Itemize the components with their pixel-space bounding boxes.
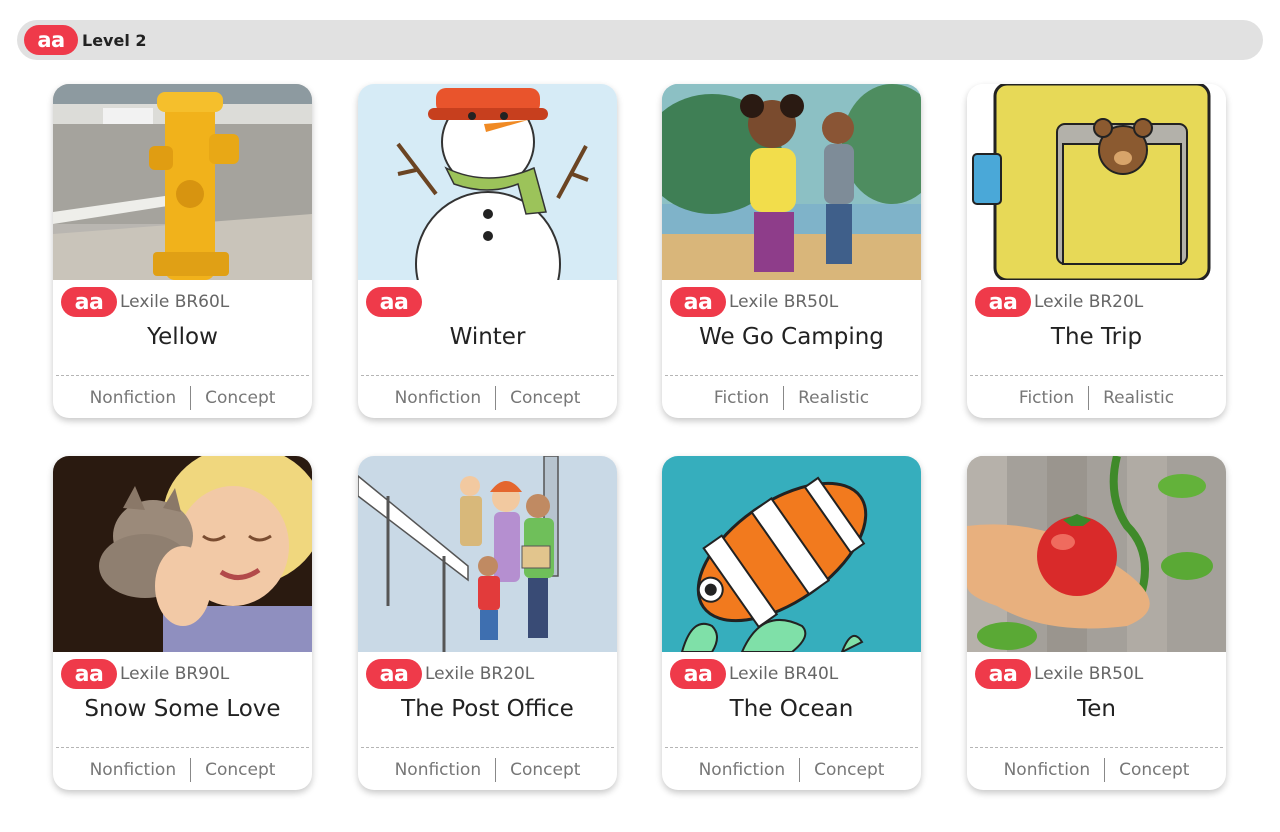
aa-level-badge-icon: aa — [24, 25, 78, 55]
book-tags: Nonfiction Concept — [53, 756, 312, 784]
type-tag: Concept — [205, 388, 276, 408]
type-tag: Realistic — [1103, 388, 1175, 408]
lexile-level: Lexile BR20L — [1034, 292, 1144, 312]
genre-tag: Fiction — [713, 388, 770, 408]
aa-level-badge-icon: aa — [975, 659, 1031, 689]
book-tags: Nonfiction Concept — [53, 384, 312, 412]
book-meta: aa Lexile BR50L — [670, 286, 838, 318]
type-tag: Concept — [1119, 760, 1190, 780]
book-title[interactable]: Ten — [967, 696, 1226, 722]
type-tag: Realistic — [798, 388, 870, 408]
book-tags: Nonfiction Concept — [967, 756, 1226, 784]
genre-tag: Nonfiction — [89, 760, 177, 780]
lexile-level: Lexile BR40L — [729, 664, 839, 684]
book-card-the-trip[interactable]: aa Lexile BR20L The Trip Fiction Realist… — [967, 84, 1226, 418]
tag-separator — [783, 386, 785, 410]
dashed-divider — [56, 375, 309, 376]
type-tag: Concept — [510, 388, 581, 408]
tag-separator — [495, 386, 497, 410]
aa-level-badge-icon: aa — [366, 287, 422, 317]
tag-separator — [190, 758, 192, 782]
dashed-divider — [970, 375, 1223, 376]
dashed-divider — [970, 747, 1223, 748]
book-cover-kids-camping[interactable] — [662, 84, 921, 280]
book-cover-suitcase-teddy-bear[interactable] — [967, 84, 1226, 280]
book-title[interactable]: The Post Office — [358, 696, 617, 722]
book-cover-post-office-line[interactable] — [358, 456, 617, 652]
lexile-level: Lexile BR50L — [1034, 664, 1144, 684]
book-cover-girl-with-kitten[interactable] — [53, 456, 312, 652]
book-title[interactable]: The Trip — [967, 324, 1226, 350]
book-meta: aa — [366, 286, 425, 318]
book-meta: aa Lexile BR20L — [366, 658, 534, 690]
type-tag: Concept — [510, 760, 581, 780]
genre-tag: Nonfiction — [394, 760, 482, 780]
book-meta: aa Lexile BR50L — [975, 658, 1143, 690]
genre-tag: Nonfiction — [698, 760, 786, 780]
tag-separator — [1088, 386, 1090, 410]
book-tags: Nonfiction Concept — [358, 384, 617, 412]
level-header-bar: aa Level 2 — [17, 20, 1263, 60]
genre-tag: Fiction — [1018, 388, 1075, 408]
book-meta: aa Lexile BR90L — [61, 658, 229, 690]
aa-level-badge-icon: aa — [975, 287, 1031, 317]
dashed-divider — [665, 747, 918, 748]
book-title[interactable]: The Ocean — [662, 696, 921, 722]
type-tag: Concept — [205, 760, 276, 780]
aa-level-badge-icon: aa — [670, 287, 726, 317]
book-card-the-post-office[interactable]: aa Lexile BR20L The Post Office Nonficti… — [358, 456, 617, 790]
lexile-level: Lexile BR20L — [425, 664, 535, 684]
book-cover-fire-hydrant[interactable] — [53, 84, 312, 280]
book-tags: Nonfiction Concept — [662, 756, 921, 784]
tag-separator — [799, 758, 801, 782]
lexile-level: Lexile BR90L — [120, 664, 230, 684]
book-card-the-ocean[interactable]: aa Lexile BR40L The Ocean Nonfiction Con… — [662, 456, 921, 790]
book-cover-hand-holding-tomato[interactable] — [967, 456, 1226, 652]
genre-tag: Nonfiction — [1003, 760, 1091, 780]
book-meta: aa Lexile BR40L — [670, 658, 838, 690]
book-title[interactable]: We Go Camping — [662, 324, 921, 350]
aa-level-badge-icon: aa — [670, 659, 726, 689]
book-cover-clownfish[interactable] — [662, 456, 921, 652]
dashed-divider — [56, 747, 309, 748]
book-tags: Fiction Realistic — [967, 384, 1226, 412]
book-card-snow-some-love[interactable]: aa Lexile BR90L Snow Some Love Nonfictio… — [53, 456, 312, 790]
tag-separator — [1104, 758, 1106, 782]
book-card-we-go-camping[interactable]: aa Lexile BR50L We Go Camping Fiction Re… — [662, 84, 921, 418]
aa-level-badge-icon: aa — [61, 287, 117, 317]
type-tag: Concept — [814, 760, 885, 780]
tag-separator — [190, 386, 192, 410]
book-title[interactable]: Yellow — [53, 324, 312, 350]
dashed-divider — [361, 747, 614, 748]
genre-tag: Nonfiction — [89, 388, 177, 408]
book-meta: aa Lexile BR60L — [61, 286, 229, 318]
book-card-winter[interactable]: aa Winter Nonfiction Concept — [358, 84, 617, 418]
dashed-divider — [361, 375, 614, 376]
level-label: Level 2 — [82, 30, 147, 50]
tag-separator — [495, 758, 497, 782]
book-card-ten[interactable]: aa Lexile BR50L Ten Nonfiction Concept — [967, 456, 1226, 790]
book-tags: Nonfiction Concept — [358, 756, 617, 784]
book-meta: aa Lexile BR20L — [975, 286, 1143, 318]
book-title[interactable]: Winter — [358, 324, 617, 350]
book-tags: Fiction Realistic — [662, 384, 921, 412]
lexile-level: Lexile BR50L — [729, 292, 839, 312]
aa-level-badge-icon: aa — [366, 659, 422, 689]
book-title[interactable]: Snow Some Love — [53, 696, 312, 722]
book-cover-snowman[interactable] — [358, 84, 617, 280]
genre-tag: Nonfiction — [394, 388, 482, 408]
book-card-yellow[interactable]: aa Lexile BR60L Yellow Nonfiction Concep… — [53, 84, 312, 418]
aa-level-badge-icon: aa — [61, 659, 117, 689]
dashed-divider — [665, 375, 918, 376]
lexile-level: Lexile BR60L — [120, 292, 230, 312]
